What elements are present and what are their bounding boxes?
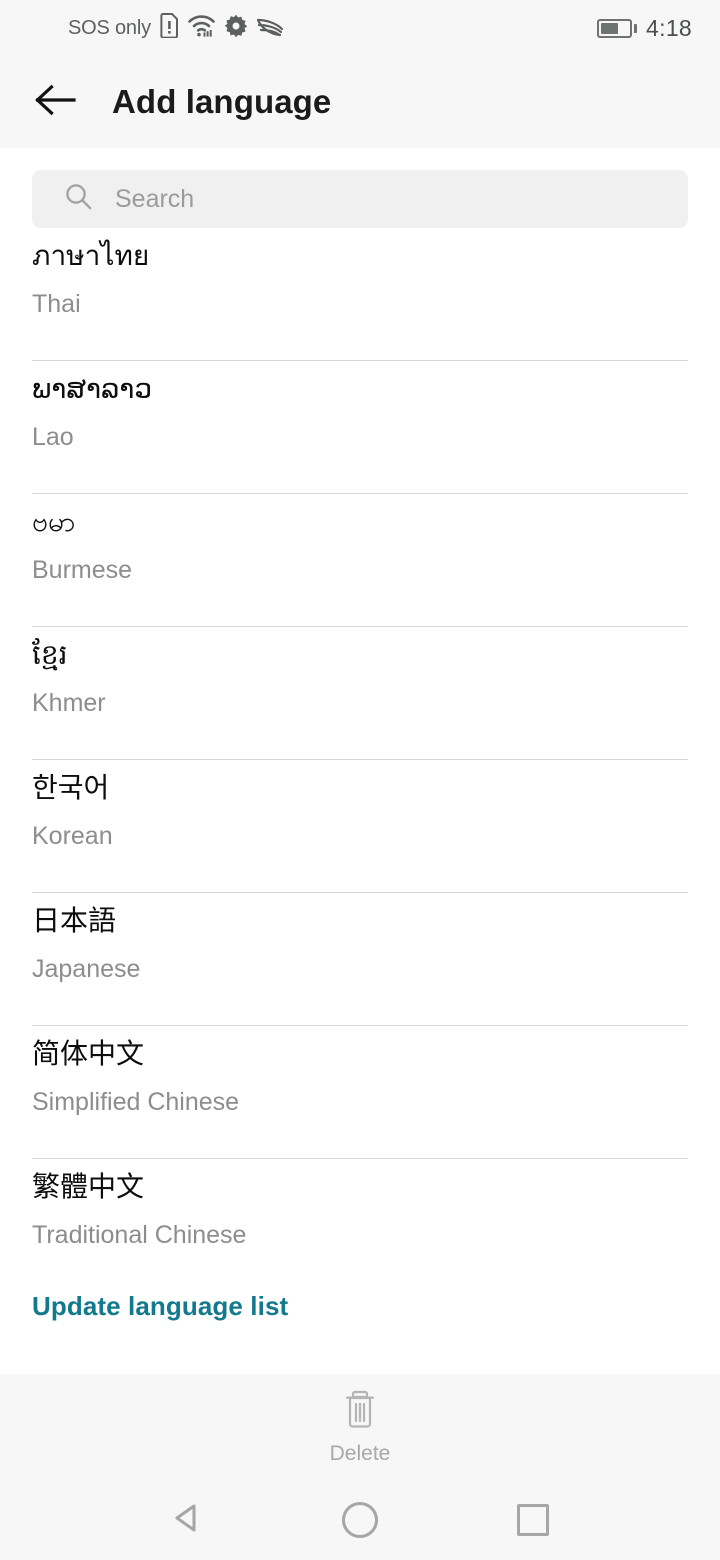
language-native-name: ພາສາລາວ — [32, 372, 153, 405]
language-native-name: 简体中文 — [32, 1037, 145, 1070]
list-item[interactable]: ພາສາລາວ Lao — [0, 361, 720, 494]
page-title: Add language — [112, 83, 332, 120]
list-item[interactable]: ဗမာ Burmese — [0, 494, 720, 627]
search-icon — [64, 182, 93, 216]
language-native-name: 繁體中文 — [32, 1170, 145, 1203]
language-native-name: ဗမာ — [32, 505, 76, 538]
clock-label: 4:18 — [646, 14, 692, 41]
update-language-list-row: Update language list — [0, 1291, 720, 1374]
back-arrow-icon — [34, 83, 78, 122]
nav-recents-button[interactable] — [497, 1484, 569, 1556]
language-english-name: Burmese — [32, 556, 133, 584]
language-english-name: Simplified Chinese — [32, 1088, 240, 1116]
nav-back-button[interactable] — [151, 1484, 223, 1556]
back-button[interactable] — [20, 66, 92, 138]
gear-icon — [224, 14, 248, 43]
nav-home-button[interactable] — [324, 1484, 396, 1556]
list-item[interactable]: ខ្មែរ Khmer — [0, 627, 720, 760]
list-item[interactable]: 繁體中文 Traditional Chinese — [0, 1159, 720, 1292]
language-native-name: 한국어 — [32, 771, 110, 804]
status-bar-left: SOS only — [68, 13, 283, 43]
list-item[interactable]: ภาษาไทย Thai — [0, 228, 720, 361]
sim-card-alert-icon — [160, 13, 179, 43]
home-circle-icon — [341, 1502, 378, 1538]
language-native-name: ภาษาไทย — [32, 239, 150, 272]
list-item[interactable]: 日本語 Japanese — [0, 893, 720, 1026]
trash-icon — [341, 1388, 379, 1435]
language-native-name: ខ្មែរ — [32, 638, 68, 671]
wifi-4g-icon — [188, 13, 215, 43]
language-english-name: Japanese — [32, 955, 141, 983]
battery-icon — [597, 18, 638, 38]
phone-screen: SOS only 4:18 Add language Search ภาษาไท… — [0, 0, 720, 1560]
language-english-name: Korean — [32, 822, 113, 850]
status-bar-right: 4:18 — [597, 15, 692, 42]
recents-square-icon — [517, 1504, 550, 1536]
search-section: Search — [0, 148, 720, 228]
update-language-list-link[interactable]: Update language list — [32, 1291, 288, 1322]
delete-action-bar[interactable]: Delete — [0, 1374, 720, 1480]
status-bar: SOS only 4:18 — [0, 0, 720, 56]
language-list: ภาษาไทย Thai ພາສາລາວ Lao ဗမာ Burmese ខ្ម… — [0, 228, 720, 1292]
language-english-name: Lao — [32, 423, 74, 451]
data-saver-icon — [256, 15, 283, 42]
back-triangle-icon — [170, 1501, 204, 1540]
delete-label: Delete — [329, 1442, 391, 1465]
list-item[interactable]: 简体中文 Simplified Chinese — [0, 1026, 720, 1159]
android-nav-bar — [0, 1480, 720, 1560]
language-english-name: Thai — [32, 290, 81, 318]
app-bar: Add language — [0, 56, 720, 148]
language-english-name: Khmer — [32, 689, 106, 717]
search-input[interactable]: Search — [32, 170, 688, 228]
language-english-name: Traditional Chinese — [32, 1221, 247, 1249]
carrier-label: SOS only — [68, 16, 151, 39]
list-item[interactable]: 한국어 Korean — [0, 760, 720, 893]
search-placeholder: Search — [115, 184, 195, 213]
language-native-name: 日本語 — [32, 904, 117, 937]
